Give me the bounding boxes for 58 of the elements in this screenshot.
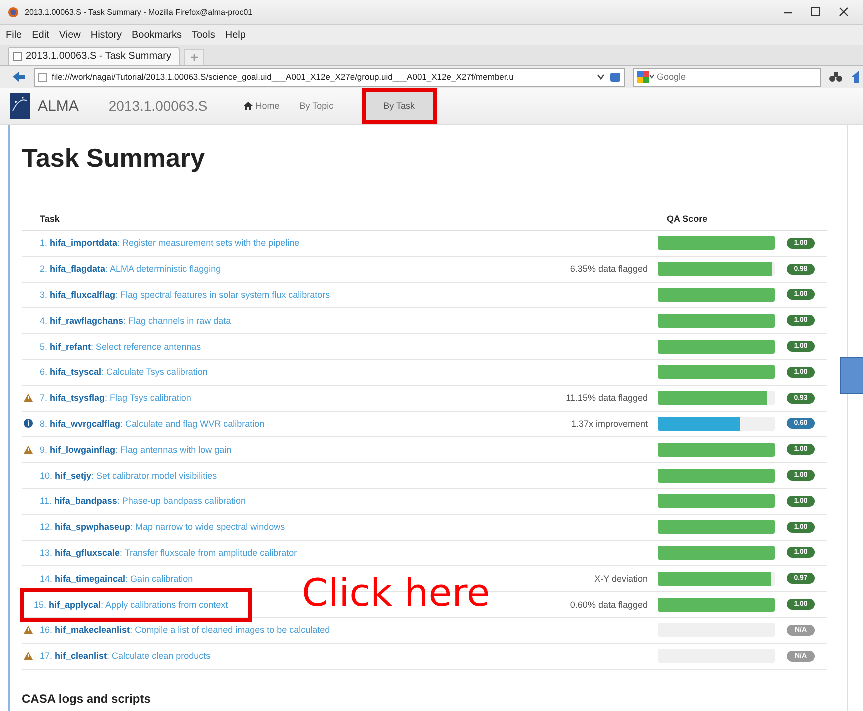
- task-note: 1.37x improvement: [571, 418, 648, 429]
- task-link[interactable]: 8. hifa_wvrgcalflag: Calculate and flag WVR calibration: [36, 414, 269, 433]
- task-note: 11.15% data flagged: [566, 393, 648, 404]
- nav-link[interactable]: By Task: [362, 88, 437, 124]
- browser-icon: [8, 6, 19, 18]
- logo-icon: [10, 93, 30, 119]
- maximize-icon[interactable]: [811, 7, 821, 17]
- back-icon[interactable]: [12, 71, 26, 83]
- warning-icon: [24, 626, 32, 634]
- task-link[interactable]: 14. hifa_timegaincal: Gain calibration: [36, 570, 198, 588]
- menu-item[interactable]: File: [6, 30, 22, 40]
- plus-icon: [190, 53, 199, 62]
- warning-icon: [24, 394, 32, 402]
- menu-item[interactable]: Help: [225, 30, 246, 40]
- task-link[interactable]: 3. hifa_fluxcalflag: Flag spectral features in solar system flux calibrators: [36, 286, 334, 304]
- nav-link[interactable]: Home: [234, 88, 290, 124]
- task-link[interactable]: 9. hif_lowgainflag: Flag antennas with low gain: [36, 440, 236, 459]
- task-link[interactable]: 4. hif_rawflagchans: Flag channels in raw data: [36, 312, 236, 330]
- section-heading: CASA logs and scripts: [22, 692, 152, 706]
- browser-tab[interactable]: 2013.1.00063.S - Task Summary: [8, 47, 180, 65]
- warning-icon: [24, 652, 32, 660]
- task-note: X-Y deviation: [594, 574, 648, 584]
- task-link[interactable]: 7. hifa_tsysflag: Flag Tsys calibration: [36, 389, 196, 408]
- binoculars-icon[interactable]: [829, 71, 843, 83]
- menu-item[interactable]: History: [90, 30, 122, 40]
- page-icon: [38, 72, 47, 82]
- task-link[interactable]: 5. hif_refant: Select reference antennas: [36, 338, 206, 356]
- task-link[interactable]: 12. hifa_spwphaseup: Map narrow to wide spectral windows: [36, 518, 290, 536]
- search-engine-icon[interactable]: [637, 71, 655, 83]
- task-link[interactable]: 10. hif_setjy: Set calibrator model visibilities: [36, 466, 222, 485]
- column-header: QA Score: [667, 214, 709, 224]
- info-icon: [24, 419, 32, 428]
- menu-item[interactable]: Tools: [192, 30, 216, 40]
- menu-item[interactable]: Bookmarks: [132, 30, 182, 40]
- task-note: 6.35% data flagged: [570, 264, 648, 274]
- task-link[interactable]: 17. hif_cleanlist: Calculate clean products: [36, 647, 215, 666]
- task-link[interactable]: 11. hifa_bandpass: Phase-up bandpass calibration: [36, 492, 250, 510]
- task-link[interactable]: 1. hifa_importdata: Register measurement sets with the pipeline: [36, 234, 304, 252]
- task-link[interactable]: 6. hifa_tsyscal: Calculate Tsys calibration: [36, 363, 212, 382]
- task-note: 0.60% data flagged: [570, 600, 648, 610]
- menu-item[interactable]: View: [59, 30, 81, 40]
- address-field[interactable]: file:///work/nagai/Tutorial/2013.1.00063.S/science_goal.uid___A001_X12e_X27e/group.uid___A001_X12e_X27f/member.u: [34, 68, 625, 86]
- close-icon[interactable]: [839, 7, 849, 17]
- warning-icon: [24, 446, 32, 454]
- callout-shape: [840, 357, 863, 394]
- search-box[interactable]: Google: [633, 68, 821, 86]
- column-header: Task: [40, 214, 61, 224]
- menu-item[interactable]: Edit: [32, 30, 50, 40]
- brand-name[interactable]: ALMA: [38, 98, 79, 114]
- task-link[interactable]: 2. hifa_flagdata: ALMA deterministic flagging: [36, 260, 226, 278]
- project-name: 2013.1.00063.S: [108, 98, 208, 114]
- window-title: 2013.1.00063.S - Task Summary - Mozilla Firefox@alma-proc01: [25, 8, 253, 16]
- page-title: Task Summary: [22, 143, 206, 174]
- nav-link[interactable]: By Topic: [290, 88, 344, 124]
- callout-text: Click here: [302, 571, 490, 615]
- task-link[interactable]: 16. hif_makecleanlist: Compile a list of cleaned images to be calculated: [36, 621, 334, 640]
- page-icon: [13, 52, 22, 61]
- task-link[interactable]: 13. hifa_gfluxscale: Transfer fluxscale from amplitude calibrator: [36, 544, 302, 562]
